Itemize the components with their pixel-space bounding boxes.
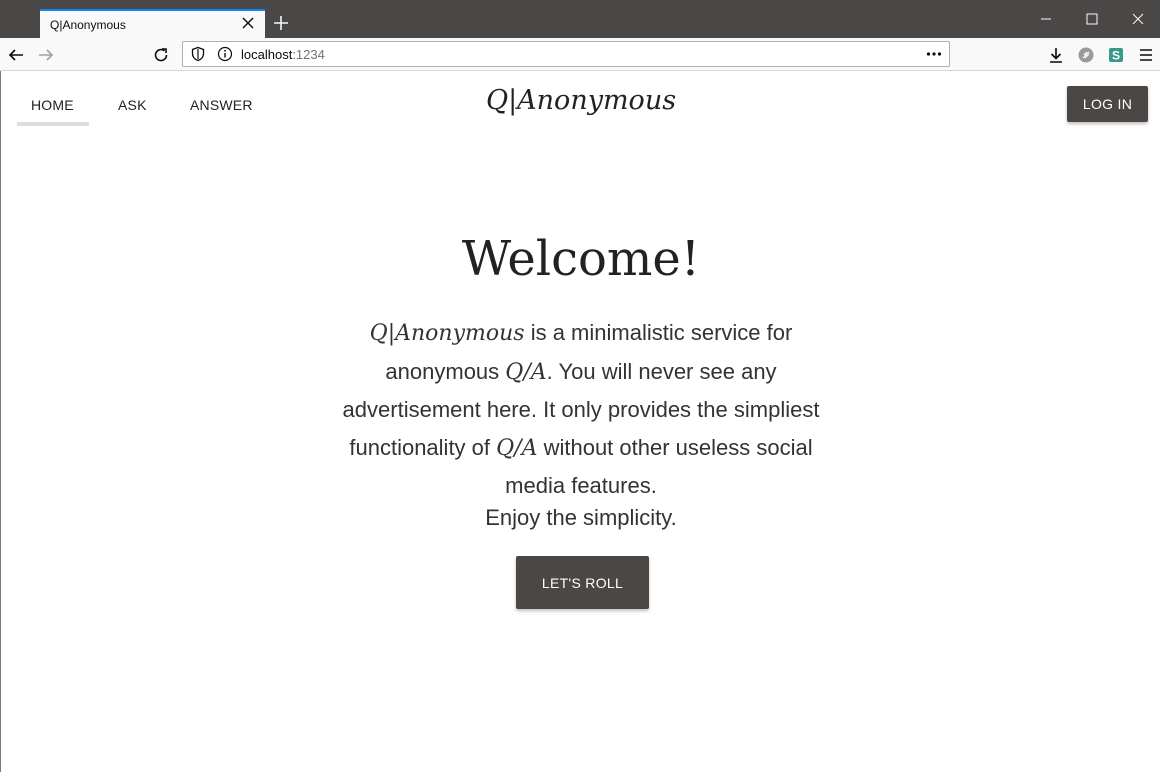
window-close-icon[interactable]	[1128, 10, 1148, 28]
browser-tab[interactable]: Q|Anonymous	[40, 9, 265, 38]
lets-roll-button[interactable]: LET'S ROLL	[516, 556, 649, 609]
login-button[interactable]: LOG IN	[1067, 86, 1148, 122]
extension-icon[interactable]	[1076, 45, 1096, 65]
intro-text-3: without other useless social media featu…	[505, 434, 813, 499]
page-content: HOME ASK ANSWER Q|Anonymous LOG IN Welco…	[0, 71, 1160, 772]
qa-emphasis: Q/A	[505, 359, 547, 385]
info-icon[interactable]	[217, 46, 233, 62]
url-text[interactable]: localhost:1234	[241, 47, 325, 62]
brand-logo[interactable]: Q|Anonymous	[1, 85, 1160, 116]
maximize-icon[interactable]	[1082, 10, 1102, 28]
back-arrow-icon[interactable]	[6, 45, 26, 65]
url-host: localhost	[241, 47, 293, 62]
svg-text:S: S	[1112, 49, 1120, 63]
download-icon[interactable]	[1046, 45, 1066, 65]
minimize-icon[interactable]	[1036, 10, 1056, 28]
enjoy-text: Enjoy the simplicity.	[485, 505, 677, 530]
page-title: Welcome!	[461, 231, 701, 287]
qa-emphasis: Q/A	[496, 435, 538, 461]
url-port: :1234	[292, 47, 325, 62]
browser-titlebar: Q|Anonymous	[0, 0, 1160, 38]
nav-active-indicator	[17, 122, 89, 126]
browser-navbar: localhost:1234 S	[0, 38, 1160, 71]
plus-icon[interactable]	[271, 13, 291, 33]
s-extension-icon[interactable]: S	[1106, 45, 1126, 65]
tab-title: Q|Anonymous	[50, 18, 126, 32]
menu-icon[interactable]	[1136, 45, 1156, 65]
reload-icon[interactable]	[151, 45, 171, 65]
brand-emphasis: Q|Anonymous	[369, 321, 525, 346]
address-bar[interactable]: localhost:1234	[182, 41, 950, 67]
intro-paragraph: Q|Anonymous is a minimalistic service fo…	[331, 314, 831, 505]
shield-icon[interactable]	[190, 46, 206, 62]
forward-arrow-icon[interactable]	[36, 45, 56, 65]
more-icon[interactable]	[925, 45, 943, 63]
close-icon[interactable]	[239, 14, 257, 32]
